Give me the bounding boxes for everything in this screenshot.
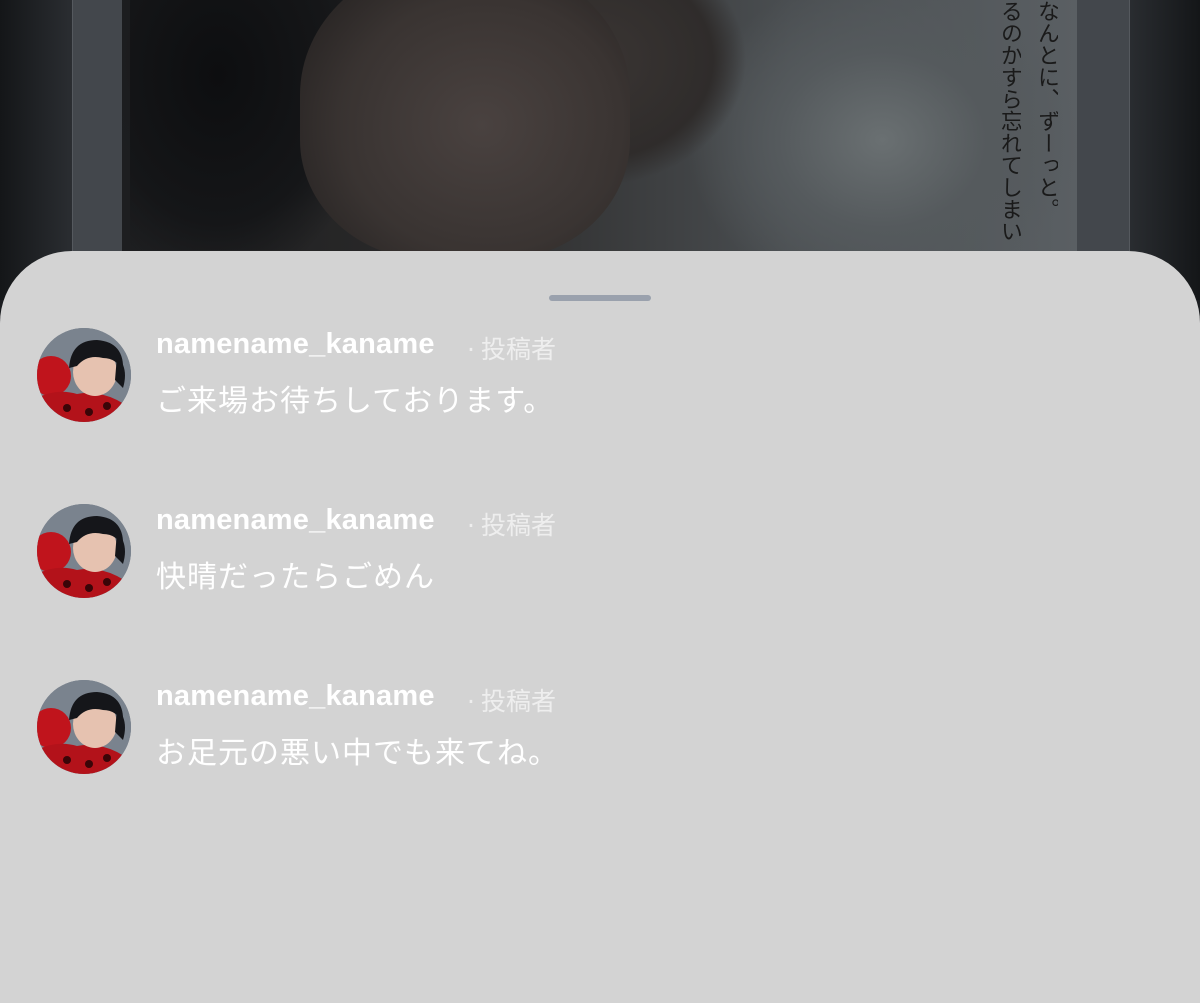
screen: なんとに、ずーっと。 るのかすら忘れてしまい namename_kaname ·… [0,0,1200,1003]
comment-username[interactable]: namename_kaname [156,680,435,713]
comment-item: namename_kaname · 投稿者 お足元の悪い中でも来てね。 [37,680,1157,780]
separator-dot: · [467,687,475,716]
separator-dot: · [467,511,475,540]
comments-sheet: namename_kaname · 投稿者 ご来場お待ちしております。 name… [0,251,1200,1003]
separator-dot: · [467,335,475,364]
comment-username[interactable]: namename_kaname [156,504,435,537]
profile-avatar[interactable] [37,504,131,598]
author-tag: · 投稿者 [467,330,556,366]
avatar-image [37,328,131,422]
avatar-image [37,680,131,774]
sheet-grabber-handle[interactable] [549,295,651,301]
comment-username[interactable]: namename_kaname [156,328,435,361]
post-caption: なんとに、ずーっと。 るのかすら忘れてしまい [978,0,1058,250]
profile-avatar[interactable] [37,328,131,422]
post-caption-column-2: るのかすら忘れてしまい [997,0,1021,242]
author-tag: · 投稿者 [467,682,556,718]
post-caption-column-1: なんとに、ずーっと。 [1034,0,1058,220]
author-label: 投稿者 [480,687,556,716]
comment-item: namename_kaname · 投稿者 ご来場お待ちしております。 [37,328,1157,428]
author-label: 投稿者 [480,511,556,540]
comment-text: お足元の悪い中でも来てね。 [156,736,559,771]
post-photo-face [300,0,630,260]
profile-avatar[interactable] [37,680,131,774]
comment-item: namename_kaname · 投稿者 快晴だったらごめん [37,504,1157,604]
comment-text: 快晴だったらごめん [156,560,435,595]
comment-text: ご来場お待ちしております。 [156,384,555,419]
author-tag: · 投稿者 [467,506,556,542]
avatar-image [37,504,131,598]
author-label: 投稿者 [480,335,556,364]
